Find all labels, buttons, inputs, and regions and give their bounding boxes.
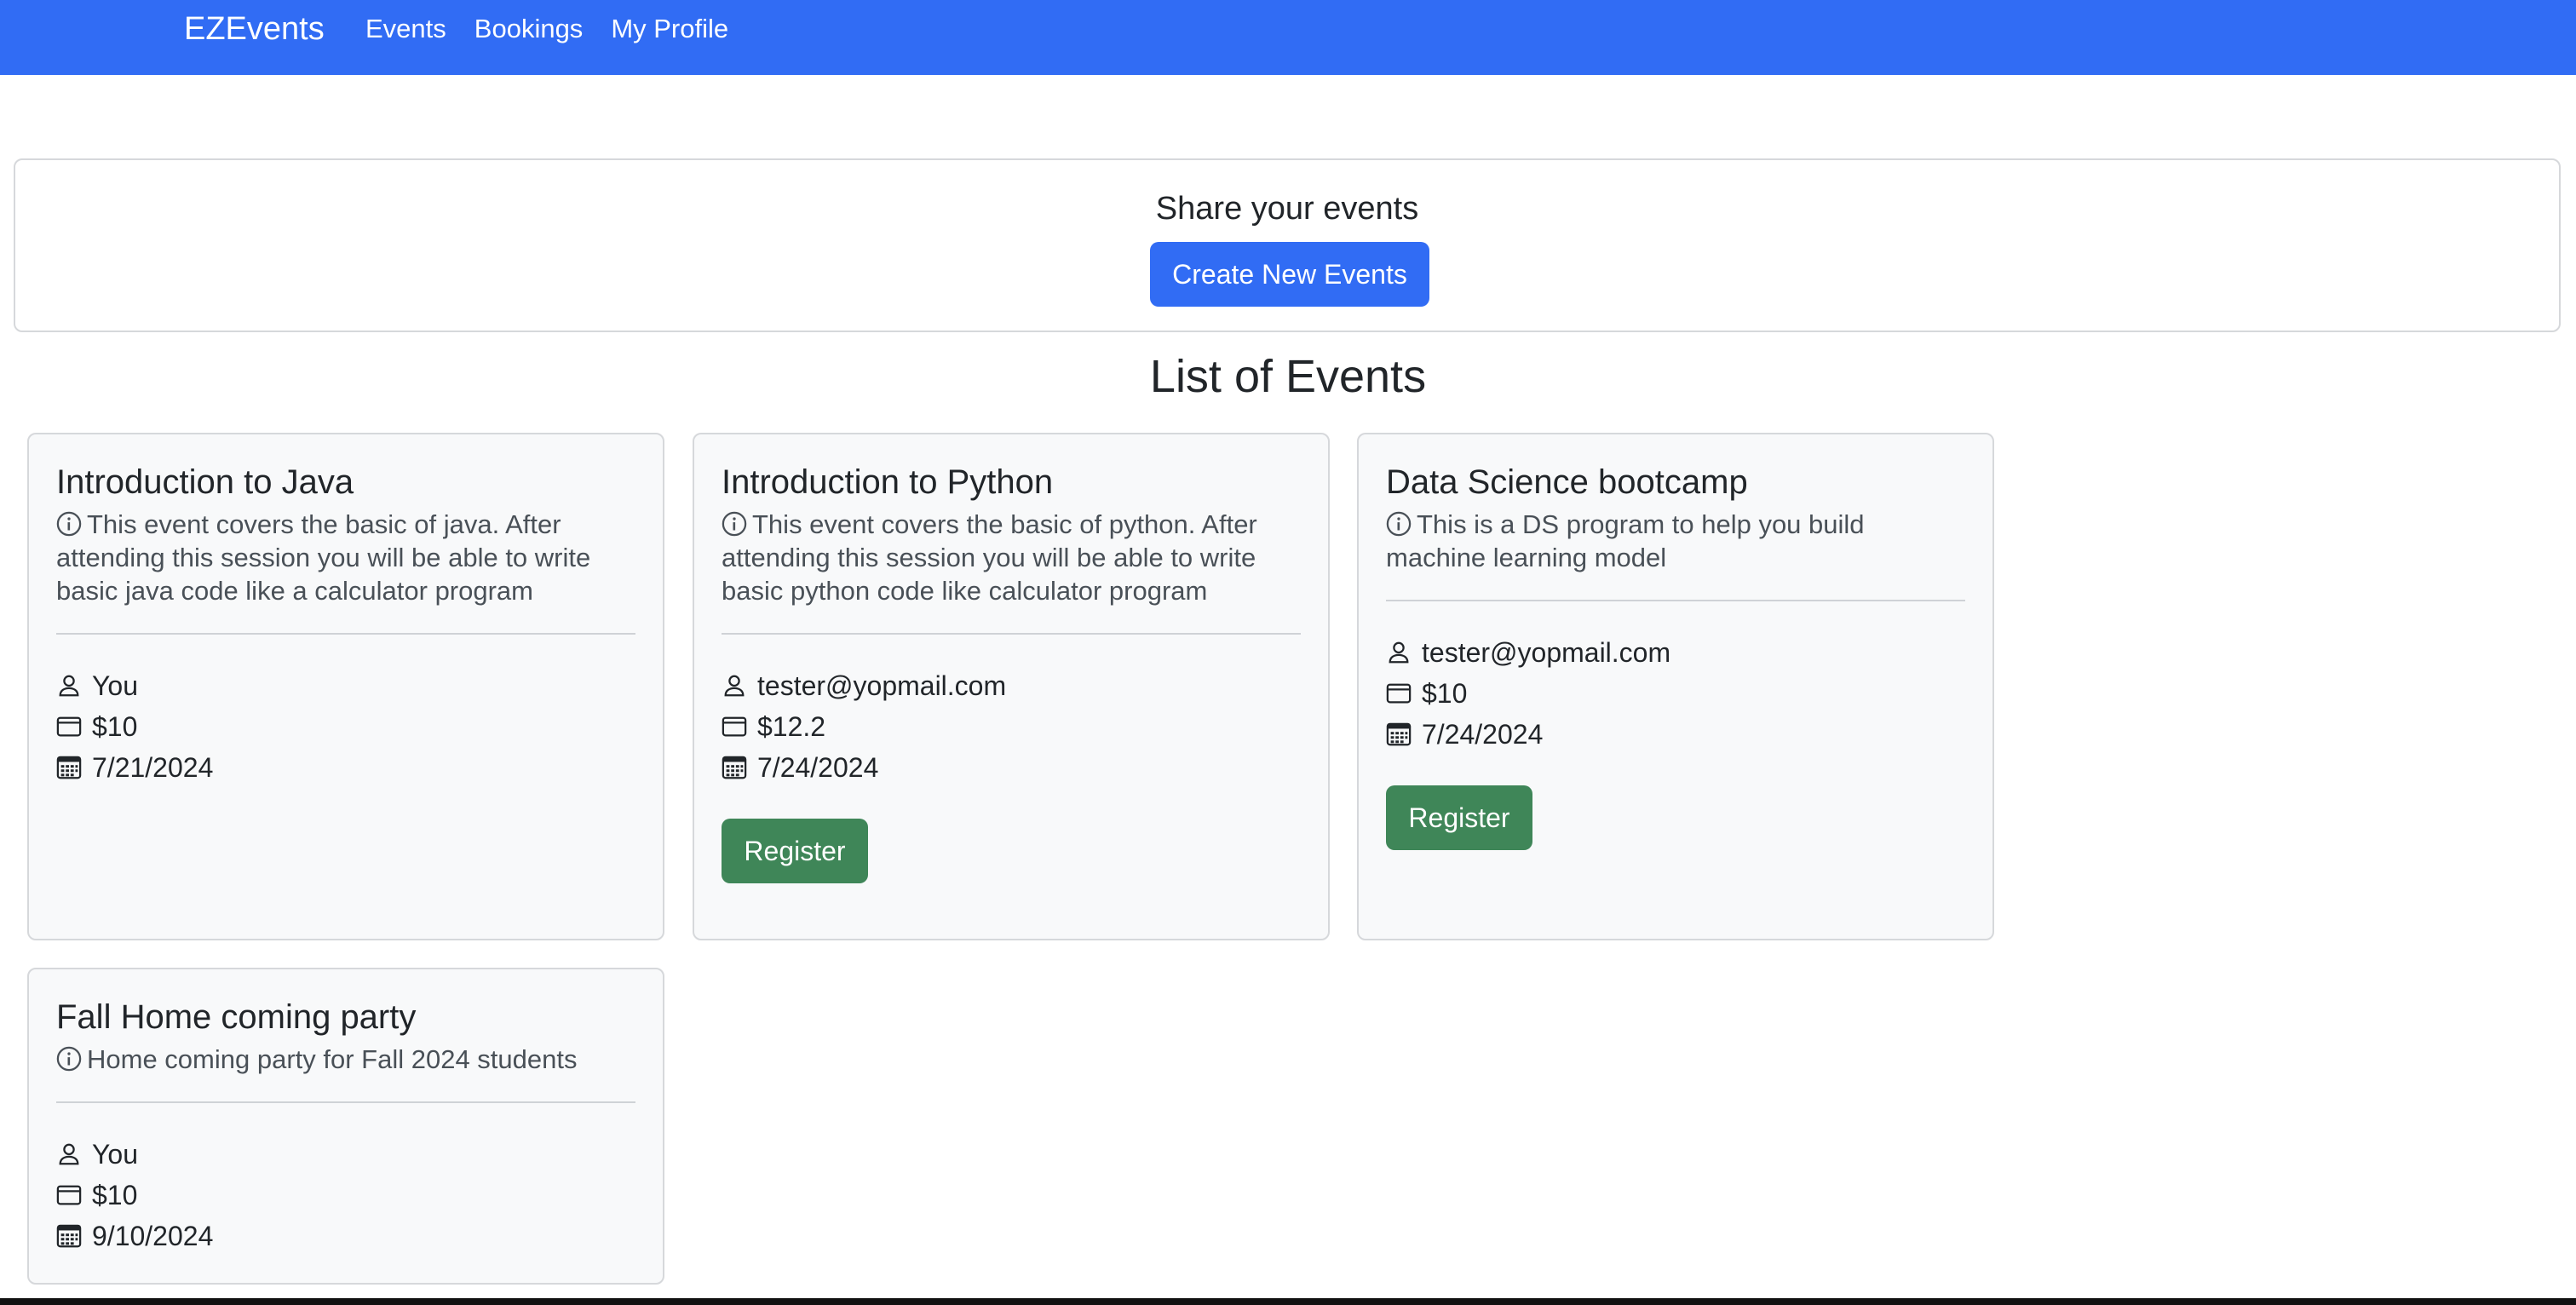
event-price-text: $12.2 [757,711,826,742]
share-events-title: Share your events [1155,191,1419,227]
event-organizer-text: You [92,1139,138,1170]
event-description-text: This event covers the basic of python. A… [722,509,1257,606]
event-description: Home coming party for Fall 2024 students [56,1043,635,1076]
person-icon [1389,641,1409,664]
list-of-events-heading: List of Events [1149,351,1427,402]
info-icon [722,511,747,537]
event-description: This is a DS program to help you build m… [1386,508,1965,574]
event-card: Introduction to Java This event covers t… [27,433,664,940]
top-navbar: EZEvents Events Bookings My Profile [0,0,2576,75]
event-description: This event covers the basic of java. Aft… [56,508,635,607]
calendar-icon [722,756,747,779]
person-icon [59,1143,79,1165]
event-card: Introduction to Python This event covers… [693,433,1330,940]
event-date-text: 9/10/2024 [92,1221,214,1251]
register-button[interactable]: Register [722,819,868,883]
event-date: 9/10/2024 [56,1216,635,1256]
event-organizer-text: You [92,670,138,701]
event-card: Fall Home coming party Home coming party… [27,968,664,1285]
nav-link-events[interactable]: Events [365,9,446,49]
create-new-events-button[interactable]: Create New Events [1150,242,1429,307]
nav-link-bookings[interactable]: Bookings [474,9,584,49]
event-date-text: 7/24/2024 [1422,719,1544,750]
event-date-text: 7/24/2024 [757,752,879,783]
event-date: 7/21/2024 [56,747,635,788]
card-divider [1386,600,1965,601]
info-icon [56,1046,82,1072]
info-icon [56,511,82,537]
event-title: Data Science bootcamp [1386,463,1748,501]
event-date: 7/24/2024 [722,747,1301,788]
nav-links: Events Bookings My Profile [365,9,756,49]
info-icon [1386,511,1412,537]
card-icon [56,716,82,737]
event-price-text: $10 [1422,678,1468,709]
register-button[interactable]: Register [1386,785,1532,850]
event-date: 7/24/2024 [1386,714,1965,755]
event-date-text: 7/21/2024 [92,752,214,783]
event-organizer: You [56,1134,635,1175]
person-icon [59,675,79,697]
event-price: $10 [56,1175,635,1216]
card-icon [1386,683,1412,704]
event-title: Fall Home coming party [56,998,417,1036]
event-price: $12.2 [722,706,1301,747]
share-events-panel: Share your events Create New Events [14,158,2561,332]
event-organizer-text: tester@yopmail.com [757,670,1007,701]
event-price: $10 [1386,673,1965,714]
event-price-text: $10 [92,711,138,742]
card-icon [56,1185,82,1205]
event-description-text: This event covers the basic of java. Aft… [56,509,591,606]
event-card: Data Science bootcamp This is a DS progr… [1357,433,1994,940]
event-organizer: tester@yopmail.com [1386,632,1965,673]
card-divider [56,633,635,635]
window-bottom-edge [0,1298,2576,1305]
card-divider [56,1101,635,1103]
event-organizer: tester@yopmail.com [722,665,1301,706]
nav-link-my-profile[interactable]: My Profile [611,9,728,49]
calendar-icon [1386,722,1412,746]
event-title: Introduction to Python [722,463,1054,501]
event-price-text: $10 [92,1180,138,1210]
event-description: This event covers the basic of python. A… [722,508,1301,607]
event-description-text: This is a DS program to help you build m… [1386,509,1865,572]
event-organizer-text: tester@yopmail.com [1422,637,1671,668]
person-icon [724,675,745,697]
event-organizer: You [56,665,635,706]
calendar-icon [56,756,82,779]
card-divider [722,633,1301,635]
event-description-text: Home coming party for Fall 2024 students [87,1044,578,1074]
event-price: $10 [56,706,635,747]
calendar-icon [56,1224,82,1248]
card-icon [722,716,747,737]
event-title: Introduction to Java [56,463,354,501]
brand-logo[interactable]: EZEvents [184,9,325,49]
